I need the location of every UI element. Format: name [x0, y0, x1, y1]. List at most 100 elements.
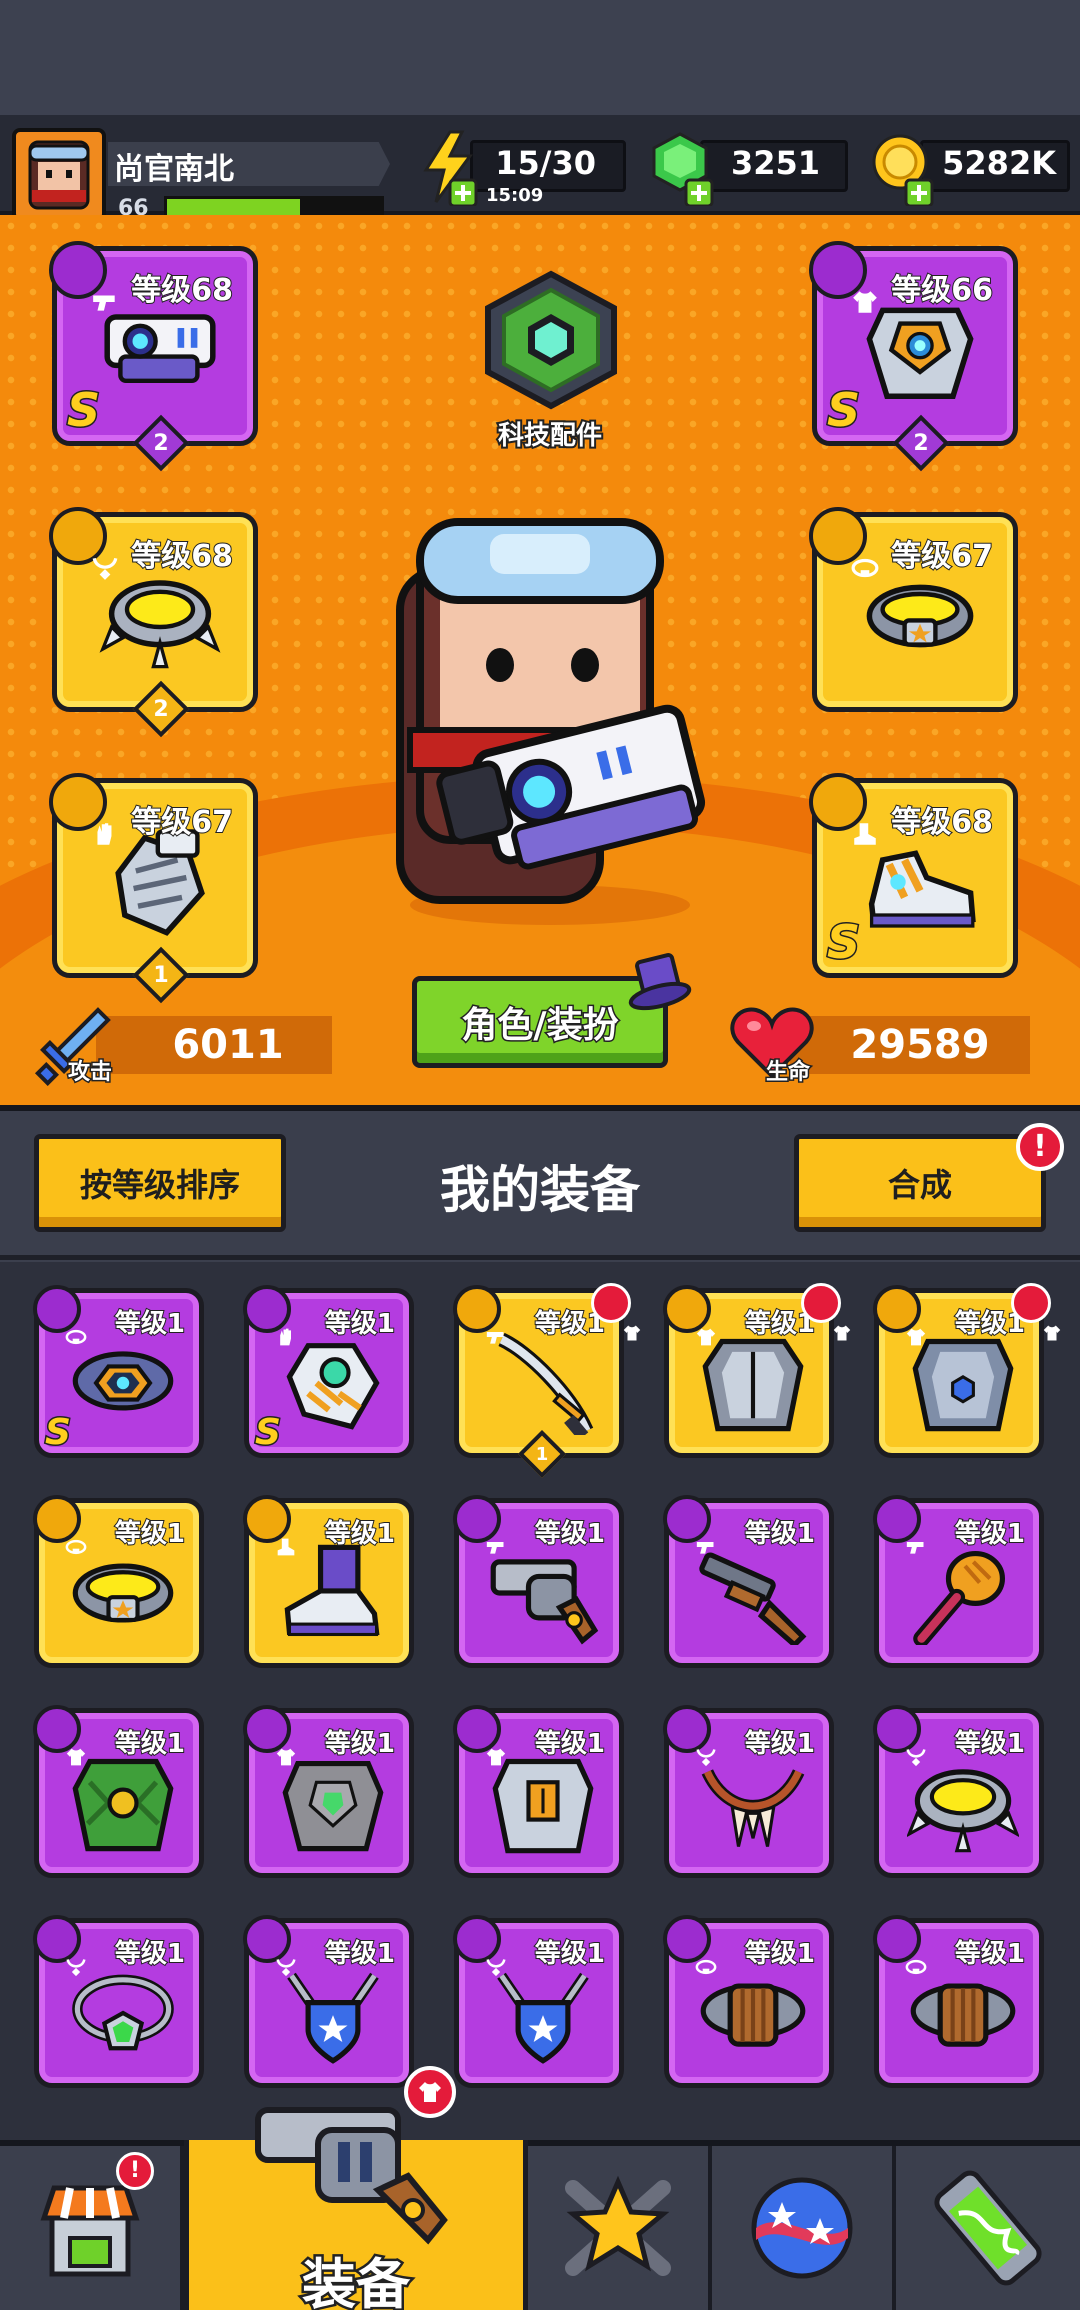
item-type-badge — [663, 1495, 714, 1554]
shirt-icon — [853, 291, 877, 313]
slot-type-badge — [809, 507, 879, 578]
shirt-icon — [66, 1748, 86, 1766]
gun-icon — [93, 295, 115, 311]
new-item-badge — [591, 1283, 641, 1341]
inventory-item[interactable]: 等级1 — [663, 1705, 834, 1878]
shirt-icon — [1043, 1325, 1061, 1341]
necklace-icon — [486, 1959, 506, 1977]
glove-icon — [97, 823, 112, 845]
item-level-label: 等级1 — [114, 1938, 186, 1970]
item-type-badge — [453, 1285, 504, 1344]
item-type-badge — [33, 1705, 86, 1766]
item-level-label: 等级1 — [534, 1938, 606, 1970]
slot-level-label: 等级66 — [890, 272, 994, 309]
necklace-icon — [906, 1749, 926, 1767]
item-type-badge — [243, 1285, 291, 1346]
inventory-item[interactable]: 等级1 — [663, 1283, 851, 1458]
inventory-item[interactable]: 等级1 1 — [453, 1283, 641, 1479]
new-item-badge — [1011, 1283, 1061, 1341]
equip-slot-boots[interactable]: 等级68 S — [809, 773, 1018, 978]
item-level-label: 等级1 — [324, 1938, 396, 1970]
attack-value: 6011 — [172, 1022, 284, 1068]
inventory-item[interactable]: 等级1 — [453, 1705, 624, 1878]
inventory-item[interactable]: 等级1 — [243, 1915, 414, 2088]
shirt-icon — [623, 1325, 641, 1341]
nav-tab-planet[interactable] — [712, 2146, 896, 2310]
merge-button[interactable]: 合成 — [794, 1134, 1046, 1232]
inventory-item[interactable]: 等级1 — [663, 1495, 834, 1668]
energy-timer: 15:09 — [486, 185, 544, 206]
equip-slot-necklace[interactable]: 等级68 2 — [49, 507, 258, 738]
item-level-label: 等级1 — [534, 1728, 606, 1760]
nav-tab-lab[interactable] — [896, 2146, 1080, 2310]
item-type-badge — [663, 1915, 717, 1975]
shirt-icon — [906, 1328, 926, 1346]
gun-icon — [486, 1332, 504, 1344]
new-item-badge — [801, 1283, 851, 1341]
merge-alert-badge: ! — [1016, 1123, 1064, 1171]
shirt-icon — [696, 1328, 716, 1346]
equip-slot-gloves[interactable]: 等级67 1 — [49, 773, 258, 1004]
shirt-icon — [419, 2082, 441, 2102]
slot-type-badge — [809, 241, 877, 313]
slot-type-badge — [49, 241, 115, 311]
gear-alert-badge — [404, 2066, 456, 2118]
necklace-icon — [696, 1749, 716, 1767]
inventory-item[interactable]: 等级1 — [873, 1495, 1044, 1668]
item-level-label: 等级1 — [744, 1938, 816, 1970]
equip-slot-armor[interactable]: 等级66 S 2 — [809, 241, 1018, 472]
inventory-item[interactable]: 等级1 — [873, 1283, 1061, 1458]
inventory-item[interactable]: 等级1 S — [33, 1285, 204, 1458]
energy-value: 15/30 — [495, 144, 596, 182]
heroes-icon — [565, 2175, 671, 2276]
slot-level-label: 等级68 — [890, 804, 994, 841]
tech-parts-button[interactable] — [476, 270, 626, 410]
item-level-label: 等级1 — [324, 1728, 396, 1760]
gem-add-icon[interactable] — [650, 130, 720, 206]
rank-badge: S — [825, 914, 861, 971]
necklace-icon — [66, 1959, 86, 1977]
inventory-item[interactable]: 等级1 — [33, 1495, 204, 1668]
equip-slot-weapon[interactable]: 等级68 S 2 — [49, 241, 258, 472]
energy-add-icon[interactable] — [420, 130, 486, 206]
equip-slot-belt[interactable]: 等级67 — [809, 507, 1018, 712]
item-type-badge — [243, 1705, 296, 1766]
inventory-item[interactable]: 等级1 — [453, 1495, 624, 1668]
item-level-label: 等级1 — [954, 1938, 1026, 1970]
slot-type-badge — [49, 507, 118, 580]
inventory-item[interactable]: 等级1 — [873, 1915, 1044, 2088]
inventory-item[interactable]: 等级1 — [453, 1915, 624, 2088]
planet-icon — [751, 2177, 853, 2279]
gem-value: 3251 — [730, 144, 820, 182]
hero-character[interactable] — [360, 510, 720, 930]
nav-gear-label: 装备 — [300, 2251, 413, 2310]
inventory-item[interactable]: 等级1 — [873, 1705, 1044, 1878]
inventory-item[interactable]: 等级1 — [33, 1705, 204, 1878]
inventory-item[interactable]: 等级1 — [33, 1915, 204, 2088]
inventory-item[interactable]: 等级1 S — [243, 1285, 414, 1458]
inventory-item[interactable]: 等级1 — [243, 1495, 414, 1668]
nav-tab-heroes[interactable] — [528, 2146, 712, 2310]
inventory-item[interactable]: 等级1 — [663, 1915, 834, 2088]
hero-face-icon — [28, 140, 90, 210]
star-level-value: 1 — [535, 1443, 549, 1465]
top-hat-icon — [628, 953, 692, 1011]
slot-level-label: 等级68 — [130, 538, 234, 575]
item-level-label: 等级1 — [744, 1518, 816, 1550]
hp-label: 生命 — [764, 1059, 811, 1087]
player-avatar[interactable] — [12, 128, 106, 222]
belt-icon — [65, 1329, 87, 1345]
item-type-badge — [453, 1495, 504, 1554]
sort-by-level-button[interactable]: 按等级排序 — [34, 1134, 286, 1232]
item-type-badge — [663, 1285, 716, 1346]
coin-add-icon[interactable] — [868, 130, 940, 206]
item-level-label: 等级1 — [324, 1518, 396, 1550]
rank-badge: S — [825, 382, 861, 439]
item-level-label: 等级1 — [114, 1308, 186, 1340]
star-level-value: 1 — [153, 962, 169, 988]
item-type-badge — [33, 1915, 86, 1977]
nav-tab-shop[interactable] — [0, 2146, 184, 2310]
star-level-value: 2 — [153, 696, 169, 722]
rank-badge: S — [44, 1411, 73, 1455]
inventory-item[interactable]: 等级1 — [243, 1705, 414, 1878]
